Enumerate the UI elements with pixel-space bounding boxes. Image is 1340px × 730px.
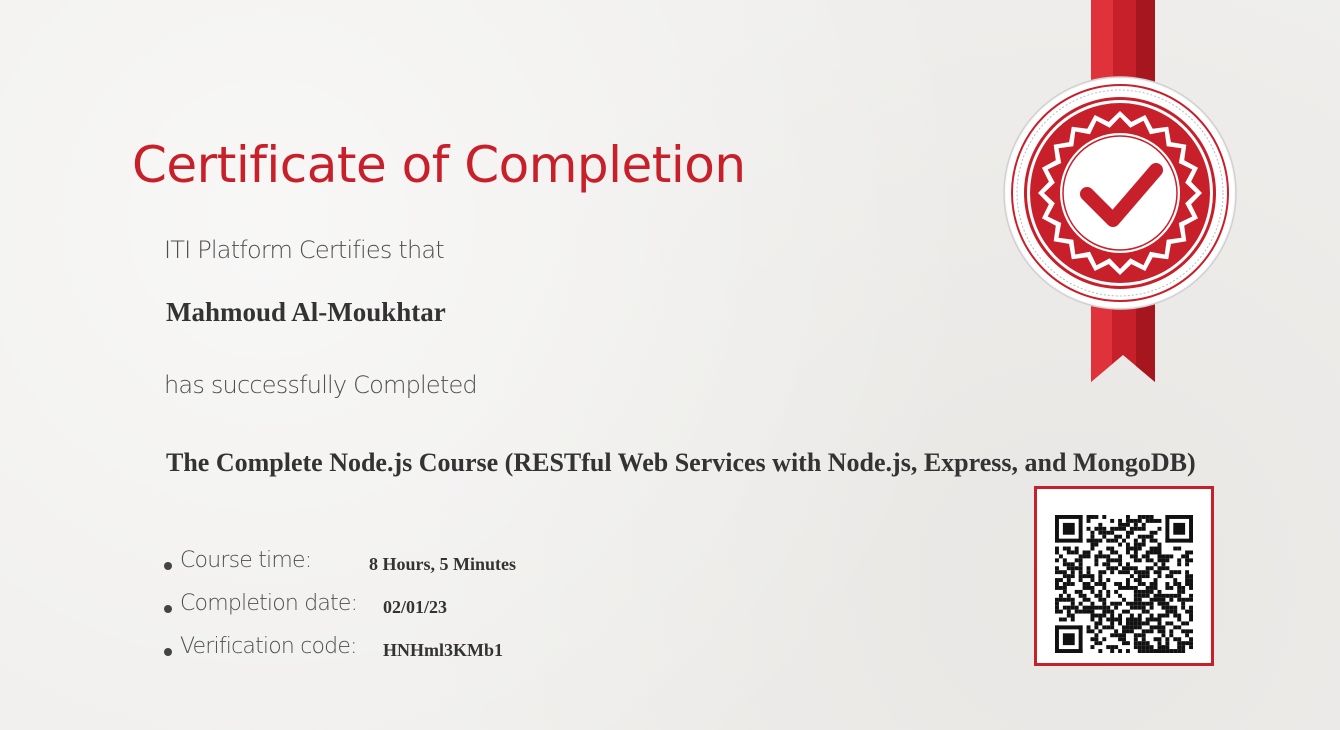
checkmark-rosette-icon	[1003, 0, 1237, 382]
detail-value: 8 Hours, 5 Minutes	[369, 554, 517, 574]
detail-label: Verification code:	[180, 634, 357, 659]
detail-label: Course time:	[180, 548, 312, 573]
qr-code-frame	[1034, 486, 1214, 666]
certifier-line: ITI Platform Certifies that	[164, 236, 445, 264]
certificate: Certificate of Completion ITI Platform C…	[0, 0, 1340, 730]
completed-line: has successfully Completed	[164, 371, 478, 399]
qr-code-icon	[1055, 515, 1193, 653]
detail-label: Completion date:	[180, 591, 358, 616]
recipient-name: Mahmoud Al-Moukhtar	[166, 297, 446, 327]
course-name: The Complete Node.js Course (RESTful Web…	[166, 448, 1196, 477]
detail-value: 02/01/23	[383, 597, 448, 617]
bullet-icon	[164, 648, 172, 656]
bullet-icon	[164, 562, 172, 570]
certificate-title: Certificate of Completion	[132, 136, 746, 194]
detail-value: HNHml3KMb1	[383, 640, 503, 660]
bullet-icon	[164, 605, 172, 613]
